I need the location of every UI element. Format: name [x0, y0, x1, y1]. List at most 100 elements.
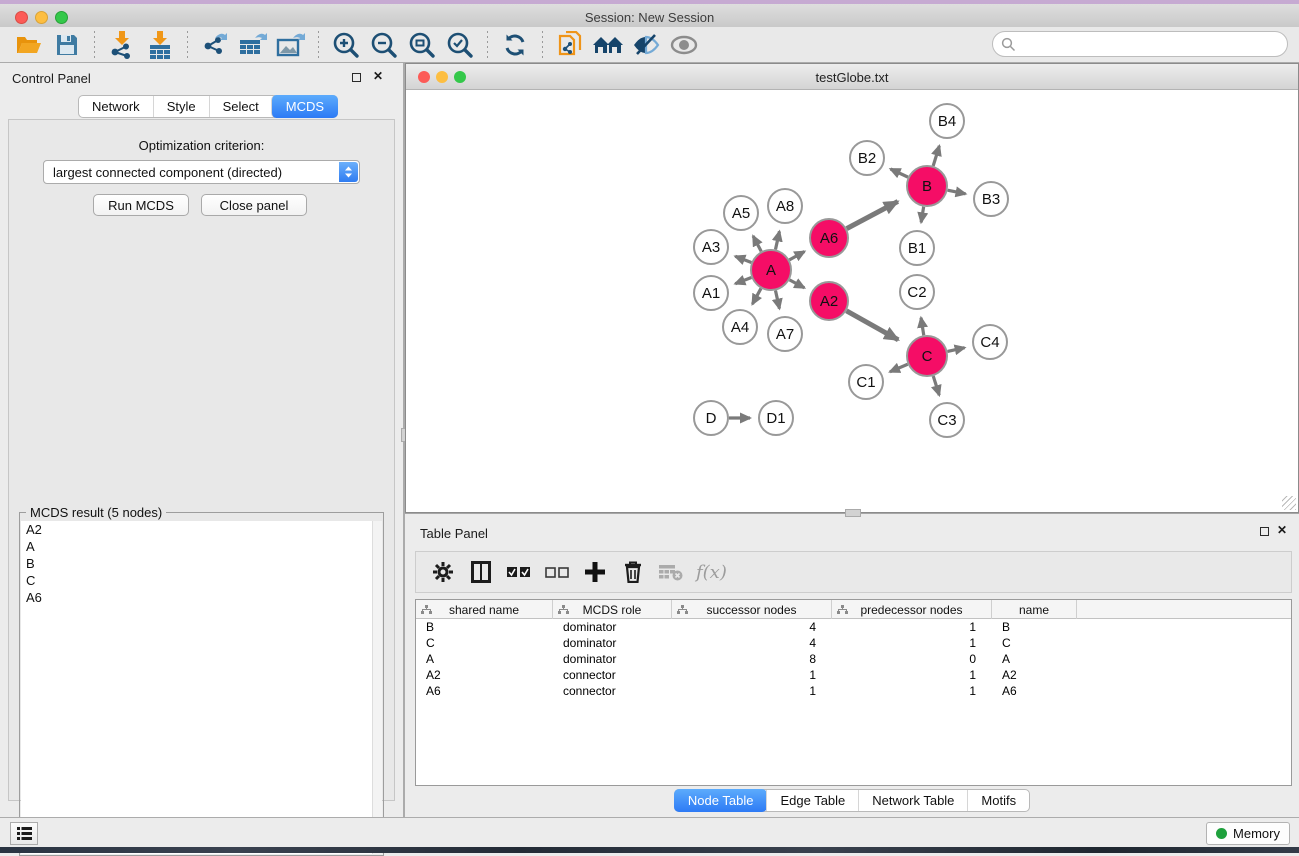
network-node-C[interactable]: C	[907, 336, 947, 376]
network-edge-A-A2[interactable]	[790, 280, 805, 288]
network-node-C4[interactable]: C4	[973, 325, 1007, 359]
float-table-panel-icon[interactable]	[1260, 527, 1269, 536]
search-input[interactable]	[1016, 34, 1287, 54]
network-node-C1[interactable]: C1	[849, 365, 883, 399]
tab-network[interactable]: Network	[79, 96, 153, 117]
duplicate-network-icon[interactable]	[554, 30, 586, 60]
home-icon[interactable]	[592, 30, 624, 60]
column-browse-icon[interactable]	[466, 558, 496, 586]
table-row[interactable]: Adominator80A	[416, 651, 1291, 667]
network-node-A6[interactable]: A6	[810, 219, 848, 257]
network-edge-A-A8[interactable]	[775, 231, 779, 249]
network-edge-A-A4[interactable]	[752, 288, 761, 304]
export-table-icon[interactable]	[237, 30, 269, 60]
close-table-panel-icon[interactable]: ✕	[1277, 523, 1287, 537]
network-edge-C-C4[interactable]	[947, 348, 964, 352]
deselect-all-icon[interactable]	[542, 558, 572, 586]
hide-selected-icon[interactable]	[630, 30, 662, 60]
column-header-name[interactable]: name	[992, 600, 1077, 619]
network-node-B1[interactable]: B1	[900, 231, 934, 265]
zoom-fit-icon[interactable]	[406, 30, 438, 60]
table-row[interactable]: Bdominator41B	[416, 619, 1291, 635]
column-header-MCDS-role[interactable]: MCDS role	[553, 600, 672, 619]
mcds-result-item[interactable]: B	[21, 555, 382, 572]
network-node-A8[interactable]: A8	[768, 189, 802, 223]
network-edge-C-C3[interactable]	[933, 376, 939, 395]
network-edge-B-B1[interactable]	[921, 207, 924, 223]
mcds-result-list[interactable]: A2ABCA6	[21, 521, 382, 854]
memory-button[interactable]: Memory	[1206, 822, 1290, 845]
export-image-icon[interactable]	[275, 30, 307, 60]
network-node-B3[interactable]: B3	[974, 182, 1008, 216]
search-box[interactable]	[992, 31, 1288, 57]
show-all-icon[interactable]	[668, 30, 700, 60]
table-settings-icon[interactable]	[428, 558, 458, 586]
network-node-A7[interactable]: A7	[768, 317, 802, 351]
network-node-B[interactable]: B	[907, 166, 947, 206]
mcds-result-item[interactable]: A6	[21, 589, 382, 606]
import-network-icon[interactable]	[106, 30, 138, 60]
network-edge-B-B2[interactable]	[891, 169, 908, 177]
import-table-icon[interactable]	[144, 30, 176, 60]
tab-mcds[interactable]: MCDS	[271, 95, 338, 118]
network-node-C2[interactable]: C2	[900, 275, 934, 309]
node-table[interactable]: shared nameMCDS rolesuccessor nodesprede…	[415, 599, 1292, 786]
mcds-result-item[interactable]: A2	[21, 521, 382, 538]
network-edge-B-B3[interactable]	[948, 190, 966, 194]
zoom-in-icon[interactable]	[330, 30, 362, 60]
network-edge-C-C1[interactable]	[890, 364, 908, 372]
result-scrollbar[interactable]	[372, 521, 382, 854]
network-edge-A2-C[interactable]	[846, 311, 898, 340]
network-canvas[interactable]: AA1A3A4A5A7A8A6A2BB1B2B3B4CC1C2C3C4DD1	[406, 90, 1298, 512]
tab-select[interactable]: Select	[209, 96, 272, 117]
network-node-A5[interactable]: A5	[724, 196, 758, 230]
network-edge-A-A6[interactable]	[789, 252, 804, 260]
column-header-predecessor-nodes[interactable]: predecessor nodes	[832, 600, 992, 619]
open-session-icon[interactable]	[13, 30, 45, 60]
mcds-result-item[interactable]: C	[21, 572, 382, 589]
network-resize-grip[interactable]	[1282, 496, 1296, 510]
table-row[interactable]: A6connector11A6	[416, 683, 1291, 699]
network-node-A4[interactable]: A4	[723, 310, 757, 344]
network-node-D[interactable]: D	[694, 401, 728, 435]
network-edge-A-A1[interactable]	[735, 278, 751, 284]
float-panel-icon[interactable]	[352, 73, 361, 82]
close-panel-icon[interactable]: ✕	[373, 69, 383, 83]
network-edge-A-A7[interactable]	[775, 291, 779, 309]
mcds-result-item[interactable]: A	[21, 538, 382, 555]
network-node-D1[interactable]: D1	[759, 401, 793, 435]
tab-network-table[interactable]: Network Table	[858, 790, 967, 811]
network-node-B2[interactable]: B2	[850, 141, 884, 175]
network-edge-A-A3[interactable]	[735, 256, 751, 262]
column-header-successor-nodes[interactable]: successor nodes	[672, 600, 832, 619]
network-node-A2[interactable]: A2	[810, 282, 848, 320]
select-all-icon[interactable]	[504, 558, 534, 586]
network-node-B4[interactable]: B4	[930, 104, 964, 138]
zoom-out-icon[interactable]	[368, 30, 400, 60]
network-node-C3[interactable]: C3	[930, 403, 964, 437]
network-window-titlebar[interactable]: testGlobe.txt	[406, 64, 1298, 90]
save-session-icon[interactable]	[51, 30, 83, 60]
network-node-A3[interactable]: A3	[694, 230, 728, 264]
network-edge-A-A5[interactable]	[753, 236, 761, 251]
close-panel-button[interactable]: Close panel	[201, 194, 307, 216]
task-history-button[interactable]	[10, 822, 38, 845]
table-row[interactable]: A2connector11A2	[416, 667, 1291, 683]
run-mcds-button[interactable]: Run MCDS	[93, 194, 189, 216]
network-edge-B-B4[interactable]	[933, 146, 939, 166]
export-network-icon[interactable]	[199, 30, 231, 60]
horizontal-splitter-grip[interactable]	[845, 509, 861, 517]
network-node-A1[interactable]: A1	[694, 276, 728, 310]
criterion-dropdown[interactable]: largest connected component (directed)	[43, 160, 360, 184]
column-header-shared-name[interactable]: shared name	[416, 600, 553, 619]
network-edge-A6-B[interactable]	[847, 201, 898, 228]
tab-edge-table[interactable]: Edge Table	[766, 790, 858, 811]
add-column-icon[interactable]	[580, 558, 610, 586]
zoom-selected-icon[interactable]	[444, 30, 476, 60]
tab-motifs[interactable]: Motifs	[967, 790, 1029, 811]
table-row[interactable]: Cdominator41C	[416, 635, 1291, 651]
delete-column-icon[interactable]	[618, 558, 648, 586]
tab-node-table[interactable]: Node Table	[674, 789, 768, 812]
refresh-icon[interactable]	[499, 30, 531, 60]
network-edge-C-C2[interactable]	[921, 318, 924, 336]
